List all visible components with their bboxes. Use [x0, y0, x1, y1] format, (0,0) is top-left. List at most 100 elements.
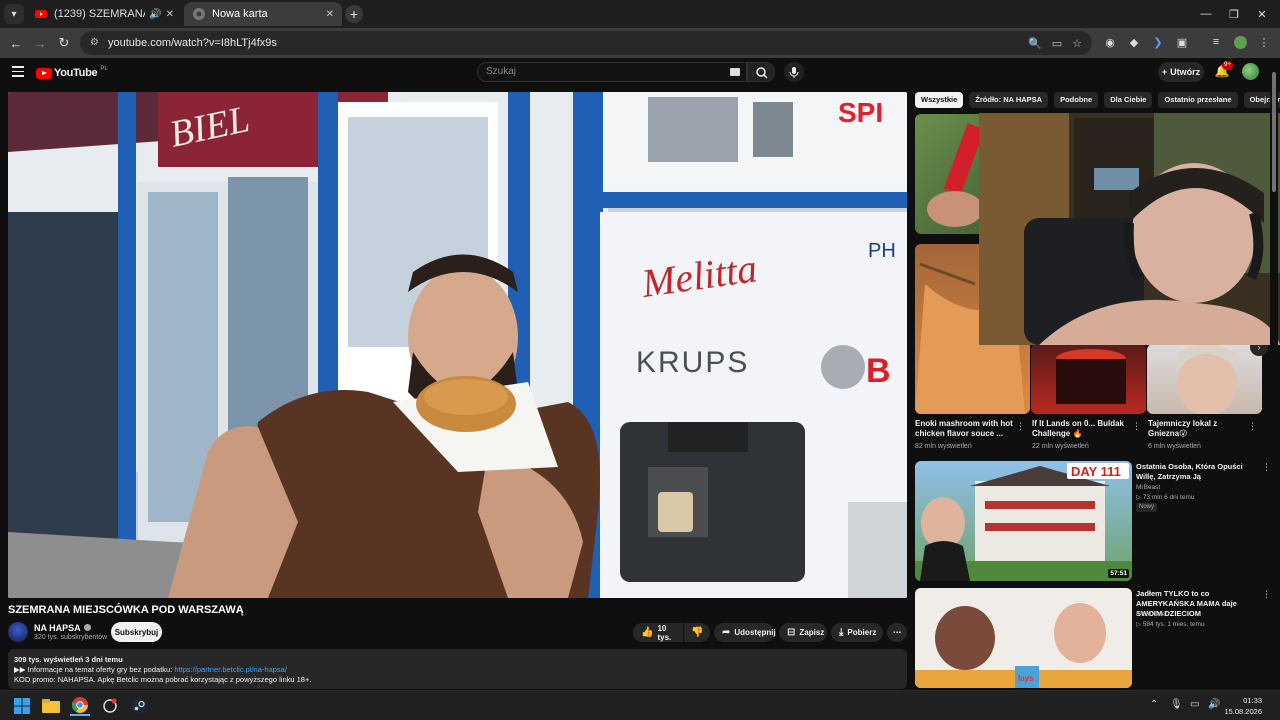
youtube-logo[interactable]: YouTube PL — [36, 66, 108, 79]
account-avatar[interactable] — [1242, 63, 1259, 80]
download-icon: ⤓ — [839, 627, 844, 638]
browser-menu-icon[interactable]: ⋮ — [1256, 34, 1272, 50]
description-text: ▶▶ Informacje na temat oferty gry bez po… — [14, 665, 175, 674]
short-title[interactable]: Tajemniczy lokal z Gniezna😮 — [1148, 419, 1248, 439]
chrome-taskbar-icon[interactable] — [70, 696, 90, 716]
new-tab-button[interactable]: + — [345, 5, 363, 23]
youtube-play-icon — [36, 67, 52, 79]
media-control-icon[interactable]: ≡ — [1208, 34, 1224, 50]
svg-text:PH: PH — [868, 240, 896, 262]
share-label: Udostępnij — [734, 628, 776, 637]
file-explorer-icon[interactable] — [41, 696, 61, 716]
app-taskbar-icon[interactable] — [100, 696, 120, 716]
zoom-icon[interactable]: 🔍 — [1028, 37, 1042, 50]
more-icon[interactable]: ⋮ — [1248, 421, 1257, 432]
short-image — [1056, 349, 1126, 404]
video-title[interactable]: Ostatnia Osoba, Która Opuści Willę, Zatr… — [1136, 462, 1256, 482]
like-button[interactable]: 👍 10 tys. — [633, 623, 683, 642]
subscribe-button[interactable]: Subskrybuj — [111, 622, 162, 642]
close-tab-icon[interactable]: ✕ — [166, 9, 174, 20]
chip-recent[interactable]: Ostatnio przesłane — [1158, 92, 1238, 108]
save-button[interactable]: ⊟ Zapisz — [779, 623, 827, 642]
description-box[interactable]: 309 tys. wyświetleń 3 dni temu ▶▶ Inform… — [8, 649, 907, 689]
steam-icon[interactable] — [129, 696, 149, 716]
chip-source[interactable]: Źródło: NA HAPSA — [969, 92, 1049, 108]
chip-all[interactable]: Wszystkie — [915, 92, 964, 108]
bookmark-star-icon[interactable]: ☆ — [1072, 37, 1082, 50]
clock-time: 01:33 — [1243, 696, 1262, 705]
chip-similar[interactable]: Podobne — [1054, 92, 1099, 108]
video-duration: 57:51 — [1108, 569, 1129, 578]
download-button[interactable]: ⤓ Pobierz — [831, 623, 883, 642]
extension-icon[interactable]: ❯ — [1150, 34, 1166, 50]
tab-new[interactable]: Nowa karta ✕ — [184, 2, 342, 26]
create-label: Utwórz — [1170, 67, 1201, 77]
share-button[interactable]: ➦ Udostępnij — [714, 623, 776, 642]
short-views: 22 mln wyświetleń — [1032, 443, 1089, 450]
save-label: Zapisz — [799, 628, 825, 637]
description-text: KOD promo: NAHAPSA. Apkę Betclic można p… — [14, 675, 312, 684]
youtube-header: YouTube PL Szukaj + Utwórz 🔔 9+ — [0, 58, 1280, 88]
extension-icon[interactable]: ◆ — [1126, 34, 1142, 50]
search-input[interactable]: Szukaj — [477, 62, 747, 82]
plus-icon: + — [1161, 67, 1168, 77]
close-tab-icon[interactable]: ✕ — [326, 9, 334, 20]
channel-avatar[interactable] — [8, 622, 28, 642]
thumbnail-text: DAY 111 — [1071, 464, 1121, 479]
chip-for-you[interactable]: Dla Ciebie — [1104, 92, 1153, 108]
menu-icon[interactable] — [12, 66, 24, 78]
video-meta: ▷ 73 mln 6 dni temu — [1136, 494, 1195, 501]
download-label: Pobierz — [847, 628, 877, 637]
more-icon: ⋯ — [893, 628, 901, 637]
tab-youtube[interactable]: (1239) SZEMRANA MIEJSCÓWKA POD WARSZAWĄ … — [26, 2, 182, 26]
video-channel[interactable]: IFYM Chef — [1136, 611, 1167, 618]
show-hidden-icons[interactable]: ⌃ — [1150, 699, 1158, 710]
address-input[interactable]: ⚙ youtube.com/watch?v=I8hLTj4fx9s 🔍 ▭ ☆ — [80, 31, 1092, 55]
profile-avatar[interactable] — [1232, 34, 1248, 50]
extensions-puzzle-icon[interactable]: ▣ — [1174, 34, 1190, 50]
tab-search-button[interactable]: ▾ — [4, 4, 24, 24]
page-scrollbar[interactable] — [1270, 60, 1278, 686]
video-channel[interactable]: MrBeast — [1136, 484, 1160, 491]
speaker-icon[interactable]: 🔊 — [149, 9, 161, 20]
site-info-icon[interactable]: ⚙ — [90, 37, 102, 49]
notifications-bell-icon[interactable]: 🔔 9+ — [1214, 61, 1233, 80]
short-thumbnail[interactable] — [1031, 344, 1146, 414]
close-window-icon[interactable]: ✕ — [1244, 0, 1280, 28]
reload-button[interactable]: ↻ — [54, 33, 74, 53]
scrollbar-thumb[interactable] — [1272, 72, 1276, 192]
voice-search-button[interactable] — [784, 62, 804, 82]
video-title: SZEMRANA MIEJSCÓWKA POD WARSZAWĄ — [8, 604, 244, 616]
description-link[interactable]: https://partner.betclic.pl/na-hapsa/ — [174, 665, 287, 674]
microphone-tray-icon[interactable]: 🎙 — [1170, 699, 1183, 710]
webcam-image — [979, 113, 1280, 345]
short-title[interactable]: Enoki mashroom with hot chicken flavor s… — [915, 419, 1015, 439]
more-icon[interactable]: ⋮ — [1132, 421, 1141, 432]
short-thumbnail[interactable] — [1147, 344, 1262, 414]
clock-date: 15.08.2026 — [1224, 707, 1262, 716]
search-button[interactable] — [747, 62, 775, 82]
windows-start-icon[interactable] — [12, 696, 32, 716]
taskbar: ⌃ 🎙 ▭ 🔊 01:33 15.08.2026 — [0, 690, 1280, 720]
video-thumbnail[interactable]: DAY 111 57:51 — [915, 461, 1132, 581]
back-button[interactable]: ← — [6, 33, 26, 53]
system-clock[interactable]: 01:33 15.08.2026 — [1224, 695, 1262, 717]
keyboard-icon[interactable] — [730, 68, 740, 76]
network-icon[interactable]: ▭ — [1190, 699, 1199, 710]
like-count: 10 tys. — [657, 623, 672, 642]
more-actions-button[interactable]: ⋯ — [887, 623, 907, 642]
channel-name[interactable]: NA HAPSA — [34, 623, 91, 633]
short-title[interactable]: If It Lands on 0... Buldak Challenge 🔥 — [1032, 419, 1132, 439]
cast-icon[interactable]: ▭ — [1052, 37, 1062, 50]
volume-icon[interactable]: 🔊 — [1208, 699, 1220, 710]
extension-icon[interactable]: ◉ — [1102, 34, 1118, 50]
create-button[interactable]: + Utwórz — [1158, 62, 1204, 82]
short-views: 6 mln wyświetleń — [1148, 443, 1201, 450]
video-player[interactable]: BIEL SPI Melitta KRUPS B PH — [8, 92, 907, 598]
dislike-button[interactable]: 👎 — [684, 623, 710, 642]
share-icon: ➦ — [722, 627, 731, 638]
svg-text:B: B — [866, 352, 891, 390]
video-thumbnail[interactable]: lays — [915, 588, 1132, 688]
more-icon[interactable]: ⋮ — [1016, 421, 1025, 432]
forward-button[interactable]: → — [30, 33, 50, 53]
